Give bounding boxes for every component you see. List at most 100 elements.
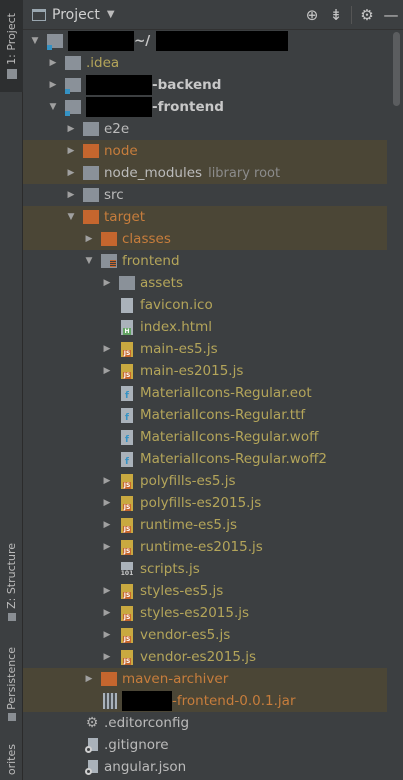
tree-item-label: -frontend bbox=[152, 99, 224, 115]
chevron-down-icon[interactable]: ▼ bbox=[107, 9, 115, 20]
tree-row[interactable]: ▶ node_modules library root bbox=[23, 162, 387, 184]
expand-arrow-open-icon[interactable]: ▼ bbox=[83, 256, 95, 266]
tree-row[interactable]: ▶fMaterialIcons-Regular.woff bbox=[23, 426, 387, 448]
tree-row[interactable]: ▼ ~/ bbox=[23, 30, 387, 52]
tree-item-label: main-es5.js bbox=[140, 341, 218, 357]
tree-item-label: maven-archiver bbox=[122, 671, 229, 687]
tree-row[interactable]: ▶ JS vendor-es5.js bbox=[23, 624, 387, 646]
tree-row[interactable]: ▶fMaterialIcons-Regular.eot bbox=[23, 382, 387, 404]
expand-arrow-open-icon[interactable]: ▼ bbox=[47, 102, 59, 112]
structure-tab-icon bbox=[7, 612, 16, 621]
expand-arrow-closed-icon[interactable]: ▶ bbox=[47, 80, 59, 90]
tree-row[interactable]: ▶ JS vendor-es2015.js bbox=[23, 646, 387, 668]
tree-row[interactable]: ▶ JS main-es2015.js bbox=[23, 360, 387, 382]
tree-row[interactable]: ▶ JS runtime-es5.js bbox=[23, 514, 387, 536]
expand-arrow-closed-icon[interactable]: ▶ bbox=[47, 58, 59, 68]
expand-arrow-closed-icon[interactable]: ▶ bbox=[101, 520, 113, 530]
expand-arrow-closed-icon[interactable]: ▶ bbox=[101, 498, 113, 508]
expand-arrow-closed-icon[interactable]: ▶ bbox=[65, 190, 77, 200]
tree-row[interactable]: ▶angular.json bbox=[23, 756, 387, 778]
tree-row[interactable]: ▶ node bbox=[23, 140, 387, 162]
expand-arrow-closed-icon[interactable]: ▶ bbox=[101, 344, 113, 354]
tree-row[interactable]: ▶Hindex.html bbox=[23, 316, 387, 338]
expand-arrow-closed-icon[interactable]: ▶ bbox=[101, 476, 113, 486]
scrollbar-thumb[interactable] bbox=[393, 32, 400, 106]
tree-row[interactable]: ▶ JS main-es5.js bbox=[23, 338, 387, 360]
tree-row[interactable]: ▼ target bbox=[23, 206, 387, 228]
collapse-icon[interactable]: ⇟ bbox=[324, 0, 348, 30]
expand-arrow-closed-icon[interactable]: ▶ bbox=[101, 278, 113, 288]
folder-icon bbox=[83, 210, 99, 224]
gear-icon[interactable]: ⚙ bbox=[355, 0, 379, 30]
tree-row[interactable]: ▶101scripts.js bbox=[23, 558, 387, 580]
tree-item-label: main-es2015.js bbox=[140, 363, 244, 379]
folder-icon bbox=[83, 122, 99, 136]
tab-structure[interactable]: Z: Structure bbox=[0, 535, 23, 629]
crosshair-icon[interactable]: ⊕ bbox=[300, 0, 324, 30]
tab-project[interactable]: 1: Project bbox=[0, 0, 23, 92]
tree-row[interactable]: ▶ src bbox=[23, 184, 387, 206]
redacted-block bbox=[68, 31, 134, 51]
js-file-icon: JS bbox=[121, 627, 133, 643]
expand-arrow-closed-icon[interactable]: ▶ bbox=[101, 652, 113, 662]
expand-arrow-closed-icon[interactable]: ▶ bbox=[65, 146, 77, 156]
font-file-icon: f bbox=[121, 385, 133, 401]
tree-row[interactable]: ▶.gitignore bbox=[23, 734, 387, 756]
tree-row[interactable]: ▶fMaterialIcons-Regular.ttf bbox=[23, 404, 387, 426]
tree-row[interactable]: ▶ -backend bbox=[23, 74, 387, 96]
tree-row[interactable]: ▼ frontend bbox=[23, 250, 387, 272]
expand-arrow-closed-icon[interactable]: ▶ bbox=[83, 674, 95, 684]
expand-arrow-open-icon[interactable]: ▼ bbox=[29, 36, 41, 46]
tab-favorites[interactable]: orites bbox=[0, 740, 23, 780]
js-file-icon: JS bbox=[121, 605, 133, 621]
redacted-block bbox=[156, 31, 289, 51]
tree-row[interactable]: ▶ JS styles-es2015.js bbox=[23, 602, 387, 624]
tree-row[interactable]: ▶ JS polyfills-es2015.js bbox=[23, 492, 387, 514]
persistence-tab-icon bbox=[7, 713, 16, 722]
expand-arrow-closed-icon[interactable]: ▶ bbox=[101, 542, 113, 552]
html-file-icon: H bbox=[121, 319, 133, 335]
tree-item-label: assets bbox=[140, 275, 183, 291]
js-file-icon: JS bbox=[121, 583, 133, 599]
tree-item-label: scripts.js bbox=[140, 561, 200, 577]
tree-row[interactable]: ▶favicon.ico bbox=[23, 294, 387, 316]
project-title[interactable]: Project bbox=[52, 7, 100, 23]
expand-arrow-closed-icon[interactable]: ▶ bbox=[101, 608, 113, 618]
tree-item-label: MaterialIcons-Regular.woff2 bbox=[140, 451, 327, 467]
tree-row[interactable]: ▶ classes bbox=[23, 228, 387, 250]
js-file-icon: JS bbox=[121, 517, 133, 533]
tree-row[interactable]: ▶ JS runtime-es2015.js bbox=[23, 536, 387, 558]
tree-item-label: vendor-es2015.js bbox=[140, 649, 257, 665]
tree-row[interactable]: ▶⚙.editorconfig bbox=[23, 712, 387, 734]
tree-row[interactable]: ▶ e2e bbox=[23, 118, 387, 140]
tree-row[interactable]: ▶ assets bbox=[23, 272, 387, 294]
expand-arrow-closed-icon[interactable]: ▶ bbox=[65, 168, 77, 178]
script-file-icon: 101 bbox=[119, 561, 135, 577]
project-header: Project ▼ ⊕ ⇟ ⚙ — bbox=[23, 0, 403, 30]
tree-item-label: MaterialIcons-Regular.eot bbox=[140, 385, 312, 401]
js-file-icon: JS bbox=[121, 539, 133, 555]
expand-arrow-closed-icon[interactable]: ▶ bbox=[101, 630, 113, 640]
expand-arrow-closed-icon[interactable]: ▶ bbox=[101, 366, 113, 376]
minimize-icon[interactable]: — bbox=[379, 0, 403, 30]
module-folder-icon bbox=[65, 100, 81, 116]
tree-row[interactable]: ▶ maven-archiver bbox=[23, 668, 387, 690]
resource-folder-icon bbox=[101, 254, 117, 268]
redacted-block bbox=[86, 75, 152, 95]
tab-persistence[interactable]: Persistence bbox=[0, 640, 23, 728]
js-file-icon: JS bbox=[121, 341, 133, 357]
tree-item-label: classes bbox=[122, 231, 171, 247]
tree-row[interactable]: ▶fMaterialIcons-Regular.woff2 bbox=[23, 448, 387, 470]
folder-icon bbox=[101, 232, 117, 246]
expand-arrow-closed-icon[interactable]: ▶ bbox=[101, 586, 113, 596]
tree-row[interactable]: ▼ -frontend bbox=[23, 96, 387, 118]
js-file-icon: JS bbox=[121, 363, 133, 379]
expand-arrow-closed-icon[interactable]: ▶ bbox=[83, 234, 95, 244]
tree-row[interactable]: ▶ JS styles-es5.js bbox=[23, 580, 387, 602]
expand-arrow-closed-icon[interactable]: ▶ bbox=[65, 124, 77, 134]
expand-arrow-open-icon[interactable]: ▼ bbox=[65, 212, 77, 222]
tree-row[interactable]: ▶ JS polyfills-es5.js bbox=[23, 470, 387, 492]
tree-row[interactable]: ▶ .idea bbox=[23, 52, 387, 74]
scrollbar[interactable] bbox=[392, 30, 401, 780]
tree-row[interactable]: ▶-frontend-0.0.1.jar bbox=[23, 690, 387, 712]
